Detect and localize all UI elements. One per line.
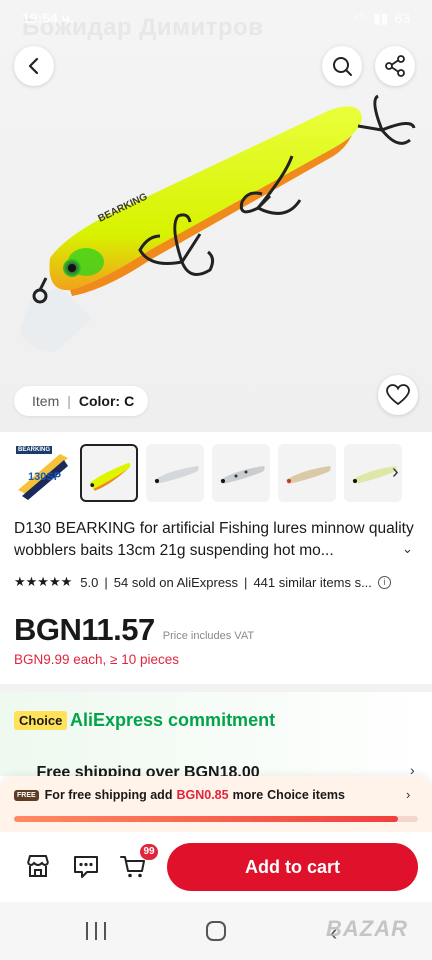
store-icon[interactable] bbox=[24, 852, 52, 880]
free-tag-icon: FREE bbox=[14, 789, 39, 801]
rating-separator-2: | bbox=[244, 574, 248, 590]
yellow-lure-thumbnail bbox=[89, 462, 131, 491]
share-icon bbox=[385, 55, 405, 77]
wifi-icon: ◠ bbox=[354, 9, 367, 26]
thumbnail-silver-2[interactable] bbox=[212, 444, 270, 502]
bottom-action-bar: 99 Add to cart bbox=[0, 832, 432, 902]
home-button[interactable] bbox=[206, 921, 226, 941]
thumbnail-brand-badge: BEARKING bbox=[16, 446, 53, 454]
section-divider bbox=[0, 684, 432, 692]
status-bar: 19:54 ч. ◠ ▮▮ 63 bbox=[0, 0, 432, 36]
status-time: 19:54 ч. bbox=[22, 10, 74, 26]
silver-lure-thumbnail bbox=[154, 466, 199, 484]
chevron-right-icon[interactable]: › bbox=[406, 787, 410, 802]
similar-items: 441 similar items s... bbox=[253, 574, 372, 590]
product-title[interactable]: D130 BEARKING for artificial Fishing lur… bbox=[14, 518, 418, 562]
price: BGN11.57 bbox=[14, 612, 155, 647]
bulk-price: BGN9.99 each, ≥ 10 pieces bbox=[14, 652, 180, 667]
search-icon bbox=[333, 57, 352, 76]
variant-pill[interactable]: Item | Color: C bbox=[14, 386, 149, 416]
add-to-cart-button[interactable]: Add to cart bbox=[167, 843, 418, 891]
sold-count: 54 sold on AliExpress bbox=[113, 574, 239, 590]
price-row: BGN11.57 Price includes VAT bbox=[14, 608, 254, 648]
star-rating-icons: ★★★★★ bbox=[14, 574, 73, 589]
free-shipping-row[interactable]: Free shipping over BGN18.00 bbox=[14, 764, 418, 776]
status-icons: ◠ ▮▮ 63 bbox=[355, 10, 410, 27]
chevron-down-icon[interactable]: ⌄ bbox=[402, 541, 413, 557]
info-icon[interactable]: i bbox=[377, 575, 391, 589]
choice-commitment-section[interactable]: Choice AliExpress commitment Free shippi… bbox=[0, 692, 432, 778]
chevron-right-icon[interactable]: › bbox=[392, 461, 399, 484]
free-shipping-progress bbox=[14, 816, 418, 822]
pill-separator: | bbox=[67, 393, 71, 409]
rating-separator: | bbox=[104, 574, 108, 590]
signal-icon: ▮▮ bbox=[373, 9, 389, 26]
banner-text-row: FREE For free shipping add BGN0.85 more … bbox=[14, 788, 349, 802]
color-label: Color: bbox=[78, 393, 121, 409]
color-value: C bbox=[124, 393, 135, 409]
cart-count-badge: 99 bbox=[140, 844, 158, 860]
thumbnail-gold[interactable] bbox=[278, 444, 336, 502]
progress-fill bbox=[14, 816, 398, 822]
free-shipping-text: Free shipping over BGN18.00 bbox=[36, 764, 260, 776]
heart-icon bbox=[386, 384, 410, 406]
banner-text-a: For free shipping add bbox=[44, 788, 173, 802]
banner-amount: BGN0.85 bbox=[176, 788, 229, 802]
recent-apps-button[interactable] bbox=[86, 922, 106, 940]
vat-note: Price includes VAT bbox=[162, 630, 255, 642]
share-button[interactable] bbox=[375, 46, 415, 86]
gold-lure-thumbnail bbox=[286, 466, 331, 484]
thumbnail-package[interactable]: 130SP BEARKING bbox=[14, 444, 72, 502]
choice-badge: Choice bbox=[14, 711, 68, 730]
lure-image: BEARKING bbox=[20, 94, 416, 352]
truck-icon bbox=[14, 765, 32, 776]
item-label: Item bbox=[32, 393, 60, 409]
rating-value: 5.0 bbox=[80, 574, 99, 590]
battery-level: 63 bbox=[394, 10, 410, 26]
rating-row[interactable]: ★★★★★ 5.0 | 54 sold on AliExpress | 441 … bbox=[14, 572, 418, 592]
wishlist-button[interactable] bbox=[378, 375, 418, 415]
thumbnail-yellow[interactable] bbox=[80, 444, 138, 502]
chat-icon[interactable] bbox=[72, 852, 100, 880]
back-button[interactable] bbox=[14, 46, 54, 86]
banner-text-c: Choice items bbox=[267, 788, 345, 802]
thumbnail-silver-1[interactable] bbox=[146, 444, 204, 502]
product-image-area[interactable]: BEARKING bbox=[0, 0, 432, 432]
thumbnail-strip: 130SP BEARKING bbox=[0, 444, 432, 506]
commitment-title: AliExpress commitment bbox=[70, 710, 276, 730]
banner-text-b: more bbox=[232, 788, 264, 802]
spotted-lure-thumbnail bbox=[220, 466, 265, 484]
chevron-left-icon bbox=[28, 57, 39, 75]
watermark-logo: BAZAR bbox=[326, 916, 408, 941]
search-button[interactable] bbox=[322, 46, 362, 86]
free-shipping-banner[interactable]: FREE For free shipping add BGN0.85 more … bbox=[0, 776, 432, 832]
svg-text:130SP: 130SP bbox=[28, 471, 61, 483]
